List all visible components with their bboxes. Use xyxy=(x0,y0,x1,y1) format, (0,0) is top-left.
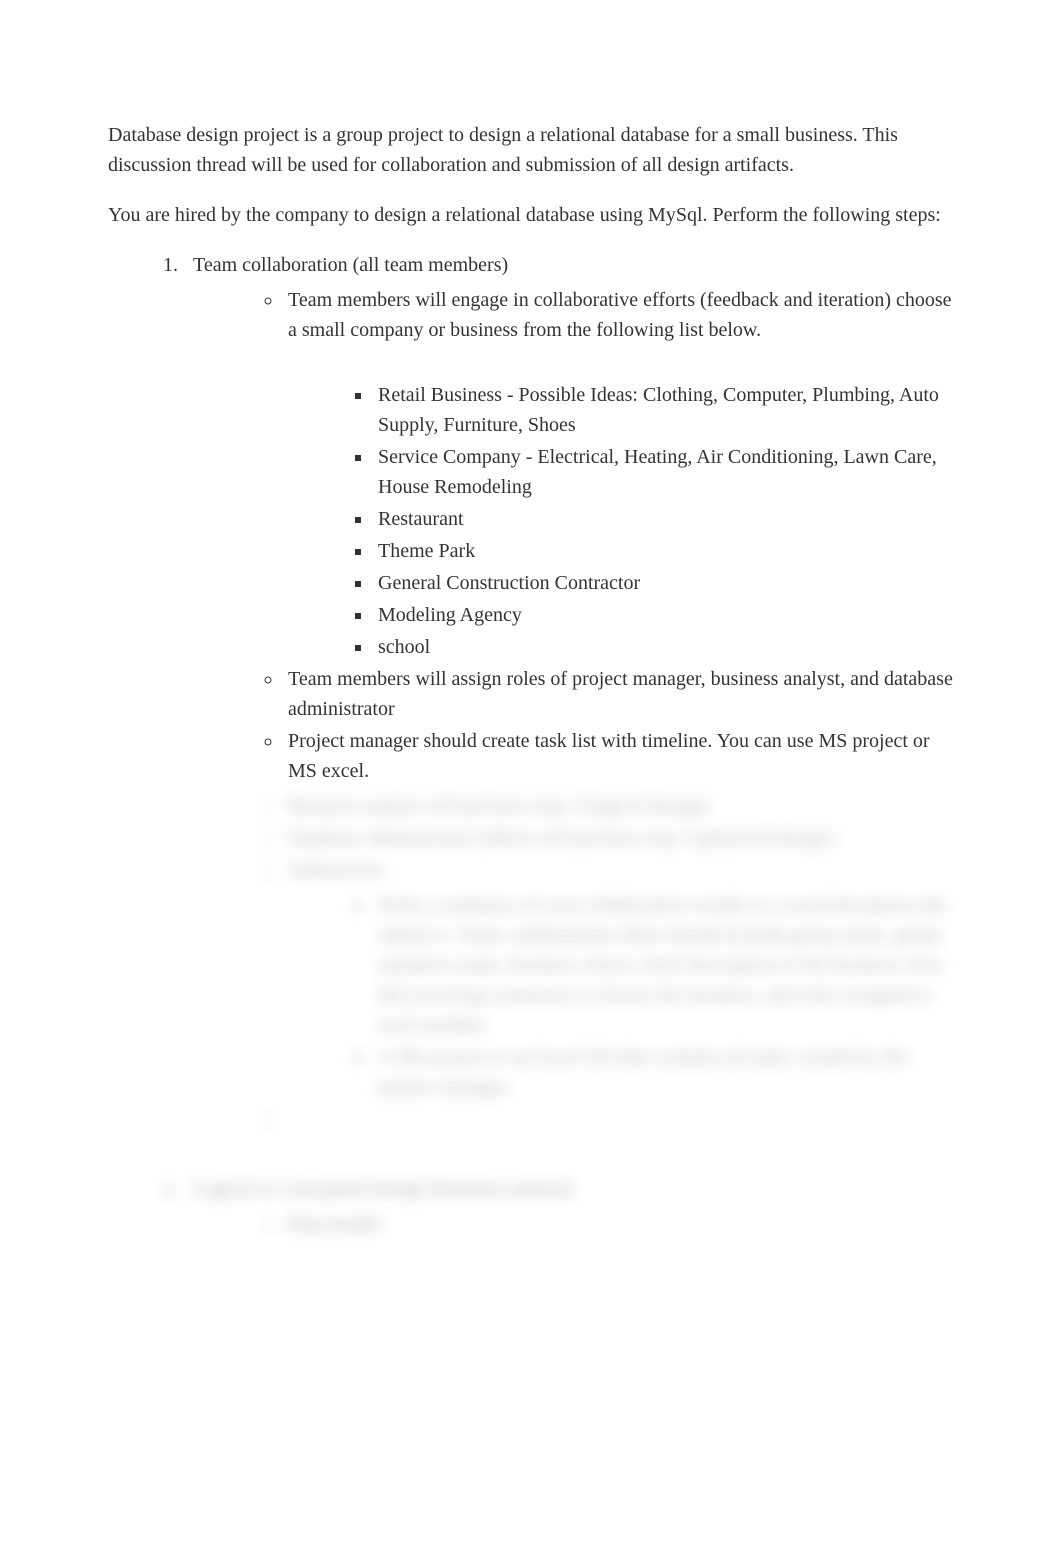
empty-bullet xyxy=(283,1104,954,1134)
business-school: school xyxy=(373,632,954,662)
step-2-sublist: Data model xyxy=(283,1209,954,1239)
business-restaurant: Restaurant xyxy=(373,504,954,534)
business-retail: Retail Business - Possible Ideas: Clothi… xyxy=(373,380,954,440)
team-collab-text: Team members will engage in collaborativ… xyxy=(288,289,952,341)
submission-msproject: A MS project or an Excel file that conta… xyxy=(373,1042,954,1102)
business-types-list: Retail Business - Possible Ideas: Clothi… xyxy=(373,380,954,662)
step-2-title: Logical or conceptual design (business a… xyxy=(193,1178,572,1200)
business-modeling: Modeling Agency xyxy=(373,600,954,630)
submission-summary: Write a summary of your collaborative re… xyxy=(373,890,954,1040)
intro-paragraph-2: You are hired by the company to design a… xyxy=(108,200,954,230)
step-2: Logical or conceptual design (business a… xyxy=(183,1174,954,1239)
step-1-sublist: Team members will engage in collaborativ… xyxy=(283,285,954,786)
intro-paragraph-1: Database design project is a group proje… xyxy=(108,120,954,180)
submission-items: Write a summary of your collaborative re… xyxy=(373,890,954,1102)
submission-label: Submission: xyxy=(288,859,387,881)
blurred-sublist: Business analyst will perform step 2 (lo… xyxy=(283,791,954,1134)
step-1-title: Team collaboration (all team members) xyxy=(193,254,508,276)
team-collab-bullet: Team members will engage in collaborativ… xyxy=(283,285,954,662)
business-service: Service Company - Electrical, Heating, A… xyxy=(373,442,954,502)
main-steps-list: Team collaboration (all team members) Te… xyxy=(183,250,954,1134)
data-model-bullet: Data model xyxy=(283,1209,954,1239)
dba-bullet: Database administrator (DBA) will perfor… xyxy=(283,823,954,853)
business-themepark: Theme Park xyxy=(373,536,954,566)
submission-bullet: Submission: Write a summary of your coll… xyxy=(283,855,954,1102)
assign-roles-bullet: Team members will assign roles of projec… xyxy=(283,664,954,724)
project-manager-bullet: Project manager should create task list … xyxy=(283,726,954,786)
blurred-content-2: Logical or conceptual design (business a… xyxy=(108,1174,954,1239)
step-2-list: Logical or conceptual design (business a… xyxy=(183,1174,954,1239)
business-construction: General Construction Contractor xyxy=(373,568,954,598)
business-analyst-bullet: Business analyst will perform step 2 (lo… xyxy=(283,791,954,821)
step-1: Team collaboration (all team members) Te… xyxy=(183,250,954,1134)
blurred-content-1: Business analyst will perform step 2 (lo… xyxy=(193,791,954,1134)
